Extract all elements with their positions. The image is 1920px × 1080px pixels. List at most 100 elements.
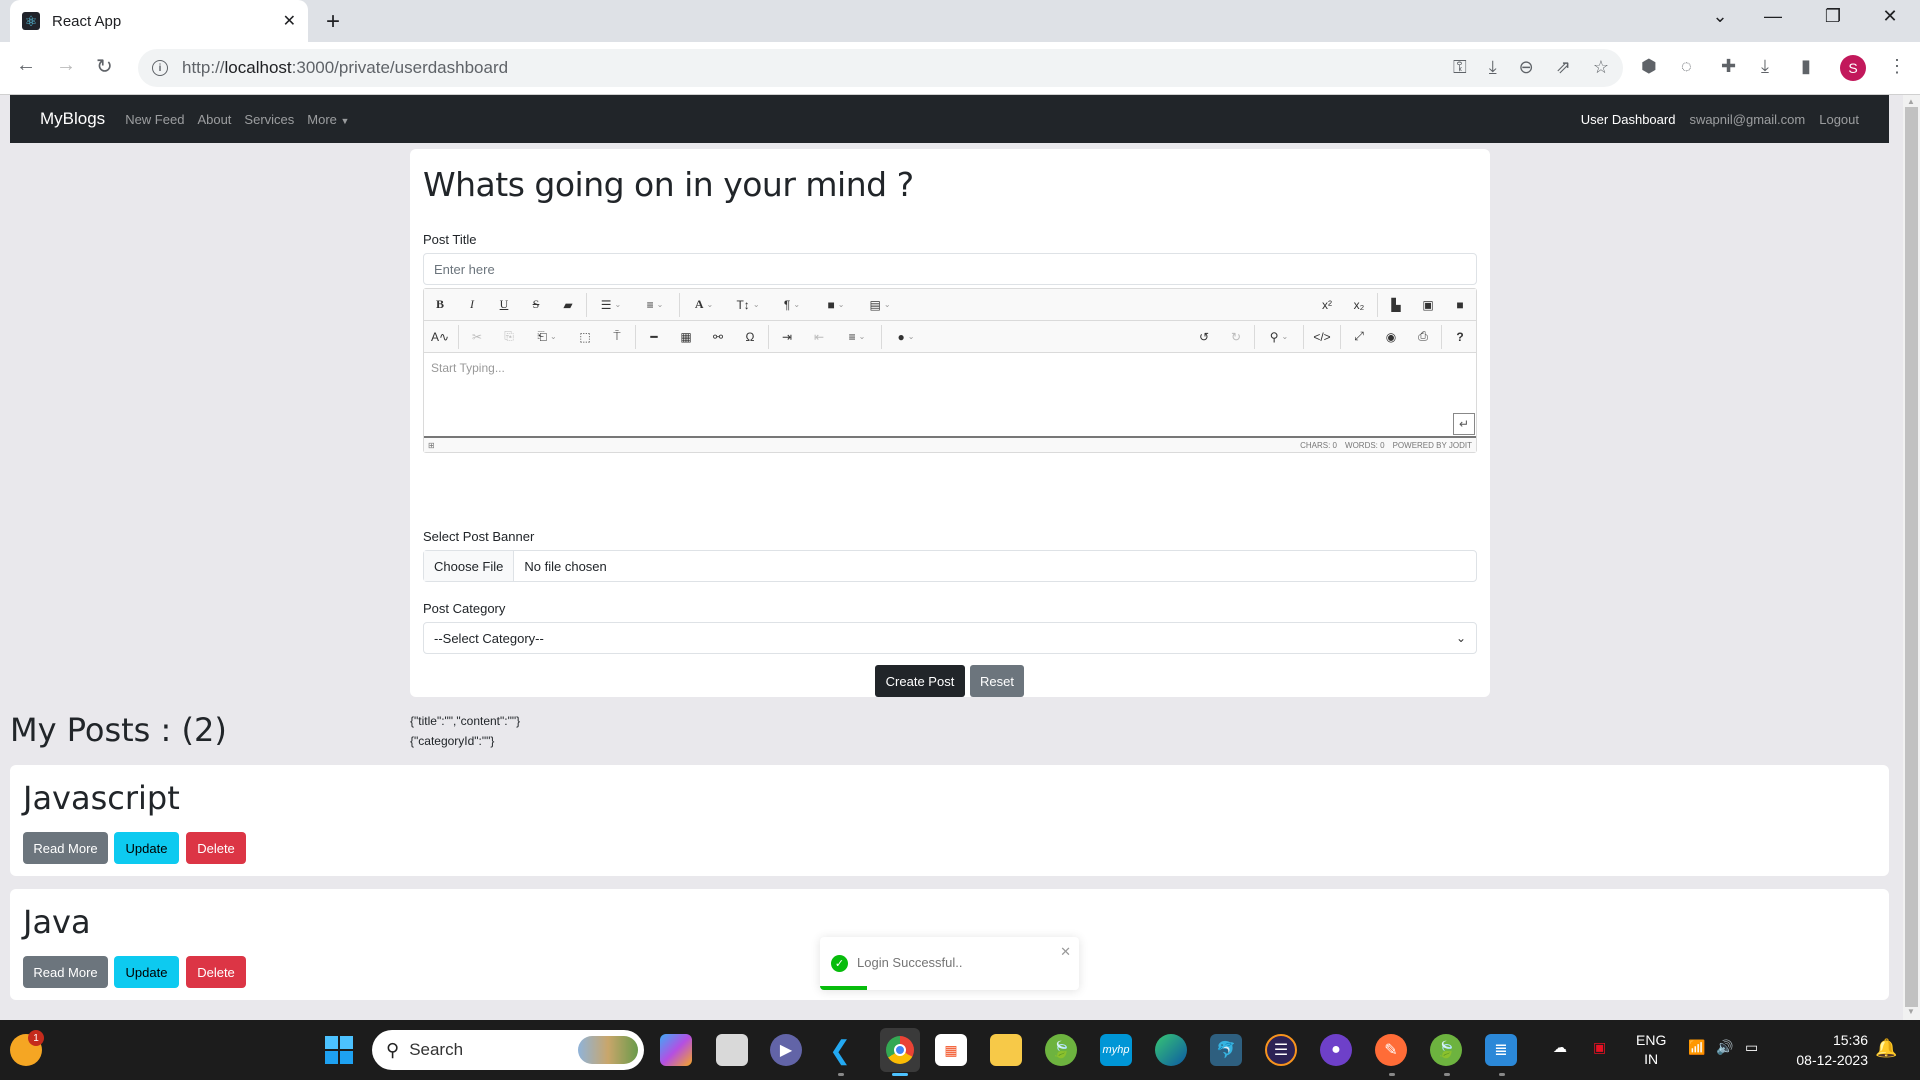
resize-handle-icon[interactable]: ⊞ (428, 441, 435, 450)
strikethrough-icon[interactable]: S (520, 290, 552, 320)
nav-user-dashboard[interactable]: User Dashboard (1581, 112, 1676, 127)
align-icon[interactable]: ≡ ⌄ (835, 322, 879, 352)
file-explorer-icon[interactable] (990, 1034, 1022, 1066)
unordered-list-icon[interactable]: ☰ ⌄ (589, 290, 633, 320)
battery-icon[interactable]: ▭ (1745, 1039, 1758, 1056)
cut-icon[interactable]: ✂ (461, 322, 493, 352)
volume-icon[interactable]: 🔊 (1716, 1039, 1733, 1056)
spellcheck-icon[interactable]: A∿ (424, 322, 456, 352)
github-desktop-icon[interactable]: ● (1320, 1034, 1352, 1066)
choose-file-button[interactable]: Choose File (424, 551, 515, 581)
address-bar[interactable]: i http://localhost:3000/private/userdash… (138, 49, 1623, 87)
horizontal-rule-icon[interactable]: ━ (638, 322, 670, 352)
browser-tab[interactable]: ⚛ React App ✕ (10, 0, 308, 42)
language-indicator[interactable]: ENG IN (1636, 1031, 1666, 1069)
wifi-icon[interactable]: 📶 (1688, 1039, 1705, 1056)
brush-color-icon[interactable]: ● ⌄ (884, 322, 928, 352)
restore-button[interactable]: ❐ (1813, 6, 1853, 27)
close-window-button[interactable]: ✕ (1870, 6, 1910, 27)
teams-chat-icon[interactable]: ▶ (770, 1034, 802, 1066)
myhp-icon[interactable]: myhp (1100, 1034, 1132, 1066)
vscode-icon[interactable]: ❮ (824, 1034, 856, 1066)
scrollbar-thumb[interactable] (1905, 107, 1918, 1007)
category-select[interactable]: --Select Category-- ⌄ (423, 622, 1477, 654)
video-icon[interactable]: ■ (1444, 290, 1476, 320)
bold-icon[interactable]: B (424, 290, 456, 320)
nav-more-dropdown[interactable]: More ▼ (307, 112, 349, 127)
outdent-icon[interactable]: ⇤ (803, 322, 835, 352)
image-icon[interactable]: ▣ (1412, 290, 1444, 320)
clock[interactable]: 15:36 08-12-2023 (1788, 1030, 1868, 1070)
line-height-icon[interactable]: ▤ ⌄ (858, 290, 902, 320)
profile-avatar[interactable]: S (1840, 55, 1866, 81)
close-tab-icon[interactable]: ✕ (283, 11, 296, 31)
zoom-out-icon[interactable]: ⊖ (1519, 57, 1534, 78)
forward-icon[interactable]: → (56, 54, 76, 77)
new-tab-button[interactable]: + (326, 8, 340, 36)
paste-icon[interactable]: ⎗ ⌄ (525, 322, 569, 352)
undo-icon[interactable]: ↺ (1188, 322, 1220, 352)
extension-json-icon[interactable]: ◌ (1681, 56, 1692, 77)
post-title-input[interactable]: Enter here (423, 253, 1477, 285)
ms-store-icon[interactable]: ▦ (935, 1034, 967, 1066)
minimize-button[interactable]: — (1753, 6, 1793, 27)
task-view-icon[interactable] (716, 1034, 748, 1066)
link-icon[interactable]: ⚯ (702, 322, 734, 352)
underline-icon[interactable]: U (488, 290, 520, 320)
notepad-icon[interactable]: ≣ (1485, 1034, 1517, 1066)
notification-bell-icon[interactable]: 🔔 (1875, 1038, 1897, 1059)
brand-link[interactable]: MyBlogs (40, 109, 105, 129)
file-icon[interactable]: ▙ (1380, 290, 1412, 320)
delete-button[interactable]: Delete (186, 956, 246, 988)
help-icon[interactable]: ? (1444, 322, 1476, 352)
enter-key-icon[interactable]: ↵ (1453, 413, 1475, 435)
symbols-icon[interactable]: Ω (734, 322, 766, 352)
font-size-icon[interactable]: T↕ ⌄ (726, 290, 770, 320)
chrome-menu-icon[interactable]: ⋮ (1888, 56, 1906, 77)
eraser-icon[interactable]: ▰ (552, 290, 584, 320)
table-icon[interactable]: ▦ (670, 322, 702, 352)
mysql-workbench-icon[interactable]: 🐬 (1210, 1034, 1242, 1066)
class-span-icon[interactable]: ■ ⌄ (814, 290, 858, 320)
source-code-icon[interactable]: </> (1306, 322, 1338, 352)
read-more-button[interactable]: Read More (23, 832, 108, 864)
paragraph-icon[interactable]: ¶ ⌄ (770, 290, 814, 320)
italic-icon[interactable]: I (456, 290, 488, 320)
app-tray-icon[interactable]: ▣ (1593, 1039, 1606, 1056)
postman-icon[interactable]: ✎ (1375, 1034, 1407, 1066)
site-info-icon[interactable]: i (152, 60, 168, 76)
redo-icon[interactable]: ↻ (1220, 322, 1252, 352)
copy-icon[interactable]: ⎘ (493, 322, 525, 352)
extensions-puzzle-icon[interactable]: ✚ (1721, 56, 1736, 77)
subscript-icon[interactable]: x₂ (1343, 290, 1375, 320)
indent-icon[interactable]: ⇥ (771, 322, 803, 352)
install-icon[interactable]: ⤓ (1489, 57, 1497, 78)
nav-new-feed[interactable]: New Feed (125, 112, 184, 127)
font-icon[interactable]: A ⌄ (682, 290, 726, 320)
find-icon[interactable]: ⚲ ⌄ (1257, 322, 1301, 352)
eclipse-icon[interactable]: ☰ (1265, 1034, 1297, 1066)
copilot-icon[interactable] (660, 1034, 692, 1066)
create-post-button[interactable]: Create Post (875, 665, 965, 697)
reset-button[interactable]: Reset (970, 665, 1024, 697)
scroll-up-icon[interactable]: ▲ (1907, 97, 1915, 106)
fullsize-icon[interactable]: ⤢ (1343, 322, 1375, 352)
nav-about[interactable]: About (197, 112, 231, 127)
nav-services[interactable]: Services (244, 112, 294, 127)
downloads-icon[interactable]: ⤓ (1761, 56, 1769, 77)
side-panel-icon[interactable]: ▮ (1801, 56, 1811, 77)
nav-logout[interactable]: Logout (1819, 112, 1859, 127)
select-all-icon[interactable]: ⬚ (569, 322, 601, 352)
read-more-button[interactable]: Read More (23, 956, 108, 988)
ordered-list-icon[interactable]: ≡ ⌄ (633, 290, 677, 320)
taskbar-search[interactable]: ⚲ Search (372, 1030, 644, 1070)
copy-format-icon[interactable]: ⍑ (601, 322, 633, 352)
windows-start-icon[interactable] (323, 1034, 355, 1066)
powered-by-link[interactable]: POWERED BY JODIT (1393, 441, 1472, 450)
scroll-down-icon[interactable]: ▼ (1907, 1007, 1915, 1016)
onedrive-info-icon[interactable]: ☁ (1553, 1039, 1567, 1056)
chrome-taskbar-icon[interactable] (880, 1028, 920, 1072)
bookmark-star-icon[interactable]: ☆ (1593, 57, 1609, 78)
editor-content-area[interactable]: Start Typing... (424, 353, 1476, 438)
back-icon[interactable]: ← (16, 54, 36, 77)
